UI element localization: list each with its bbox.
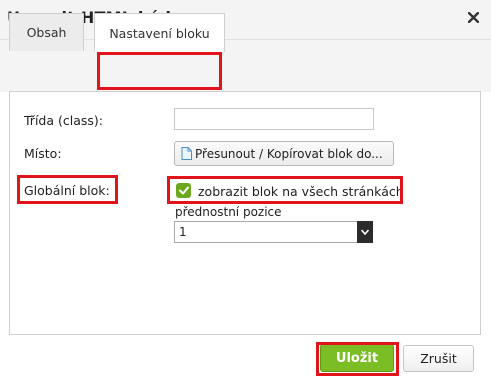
place-label: Místo:	[24, 146, 62, 161]
priority-select[interactable]: 1	[174, 221, 373, 243]
cancel-button[interactable]: Zrušit	[403, 345, 474, 372]
tab-nastaveni-bloku-label: Nastavení bloku	[109, 25, 210, 41]
cancel-button-label: Zrušit	[420, 351, 457, 366]
tab-obsah-label: Obsah	[26, 25, 67, 40]
document-icon	[181, 147, 192, 160]
save-button[interactable]: Uložit	[320, 344, 394, 372]
save-button-label: Uložit	[335, 350, 379, 366]
chevron-down-icon	[357, 221, 373, 243]
global-checkbox-label[interactable]: zobrazit blok na všech stránkách	[198, 184, 404, 199]
move-copy-button[interactable]: Přesunout / Kopírovat blok do...	[174, 141, 394, 166]
tab-obsah[interactable]: Obsah	[9, 13, 84, 51]
class-label: Třída (class):	[24, 113, 103, 128]
close-icon	[467, 11, 479, 23]
tab-nastaveni-bloku[interactable]: Nastavení bloku	[94, 13, 225, 52]
priority-select-value: 1	[179, 225, 187, 239]
checkmark-icon	[178, 186, 189, 195]
priority-label: přednostní pozice	[175, 205, 282, 219]
class-input[interactable]	[174, 108, 374, 130]
global-block-label: Globální blok:	[24, 183, 110, 198]
global-block-checkbox[interactable]	[176, 183, 191, 198]
move-copy-button-label: Přesunout / Kopírovat blok do...	[195, 146, 383, 161]
close-button[interactable]	[463, 7, 483, 27]
